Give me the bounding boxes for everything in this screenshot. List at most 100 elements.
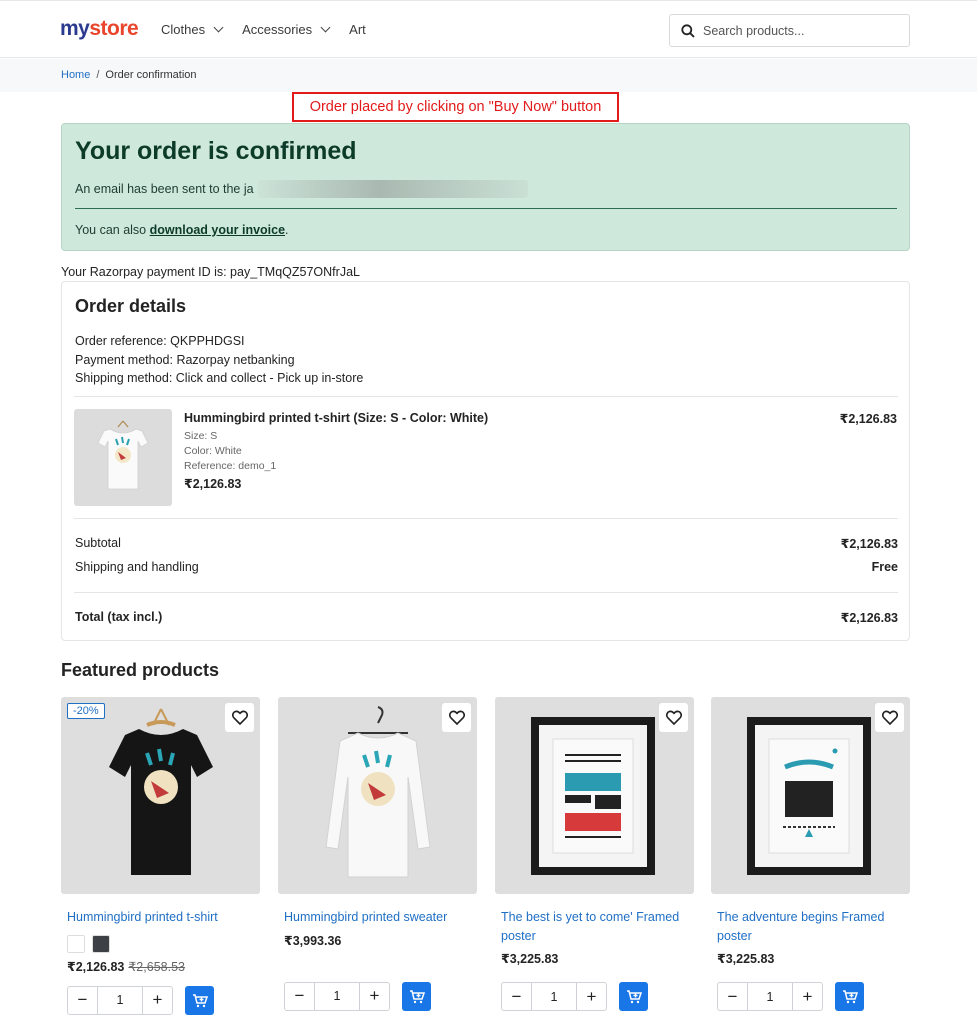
- quantity-stepper: − 1 +: [67, 985, 173, 1015]
- add-to-cart-button[interactable]: [185, 985, 214, 1015]
- decrease-quantity-button[interactable]: −: [502, 983, 531, 1010]
- increase-quantity-button[interactable]: +: [577, 983, 606, 1010]
- nav-item-accessories[interactable]: Accessories: [242, 22, 331, 37]
- product-price: ₹3,993.36: [284, 933, 342, 948]
- nav-item-art[interactable]: Art: [349, 22, 366, 37]
- chevron-down-icon: [213, 22, 224, 33]
- product-title-link[interactable]: Hummingbird printed t-shirt: [67, 908, 254, 927]
- breadcrumb-home-link[interactable]: Home: [61, 69, 90, 81]
- add-to-cart-icon: [626, 990, 642, 1004]
- heart-icon: [881, 710, 898, 725]
- add-to-cart-row: − 1 +: [67, 985, 260, 1015]
- quantity-value[interactable]: 1: [97, 986, 143, 1014]
- color-swatches: [67, 934, 260, 953]
- order-item-color: Color: White: [184, 445, 242, 457]
- product-image[interactable]: -20%: [61, 697, 260, 894]
- email-notice-text: An email has been sent to the ja: [75, 182, 254, 196]
- product-price: ₹3,225.83: [501, 952, 559, 966]
- divider: [75, 208, 897, 209]
- order-item-reference: Reference: demo_1: [184, 460, 277, 472]
- annotation-label: Order placed by clicking on "Buy Now" bu…: [292, 92, 619, 122]
- product-card: -20% Hummingbird printed t-shirt ₹2,126.…: [61, 697, 260, 1015]
- add-to-cart-icon: [192, 993, 208, 1007]
- quantity-stepper: − 1 +: [501, 982, 607, 1011]
- nav-item-clothes[interactable]: Clothes: [161, 22, 224, 37]
- breadcrumb-current: Order confirmation: [105, 69, 197, 81]
- order-meta: Order reference: QKPPHDGSI Payment metho…: [75, 332, 363, 388]
- add-to-cart-icon: [409, 989, 425, 1003]
- shipping-method: Shipping method: Click and collect - Pic…: [75, 371, 364, 385]
- add-to-cart-button[interactable]: [835, 982, 864, 1011]
- invoice-prefix: You can also: [75, 223, 150, 237]
- payment-method: Payment method: Razorpay netbanking: [75, 352, 295, 367]
- heart-icon: [665, 710, 682, 725]
- total-row: Total (tax incl.) ₹2,126.83: [75, 610, 898, 625]
- store-logo[interactable]: mystore: [60, 17, 139, 41]
- shipping-value: Free: [871, 560, 898, 574]
- divider: [74, 396, 898, 397]
- decrease-quantity-button[interactable]: −: [68, 987, 97, 1014]
- breadcrumb-separator: /: [96, 69, 100, 81]
- heart-icon: [448, 710, 465, 725]
- add-to-cart-row: − 1 +: [284, 981, 477, 1011]
- email-notice: An email has been sent to the ja: [75, 180, 528, 198]
- heart-icon: [231, 710, 248, 725]
- quantity-value[interactable]: 1: [747, 983, 793, 1010]
- order-item-unit-price: ₹2,126.83: [184, 477, 242, 491]
- nav-label: Accessories: [242, 22, 313, 37]
- product-title-link[interactable]: The adventure begins Framed poster: [717, 908, 904, 945]
- wishlist-button[interactable]: [875, 703, 904, 732]
- invoice-suffix: .: [285, 223, 289, 237]
- swatch-white[interactable]: [67, 934, 85, 953]
- order-item-attributes: Size: S Color: White Reference: demo_1: [184, 429, 276, 474]
- wishlist-button[interactable]: [225, 703, 254, 732]
- chevron-down-icon: [320, 22, 331, 33]
- add-to-cart-icon: [842, 990, 858, 1004]
- site-header: mystore Clothes Accessories Art: [0, 0, 977, 58]
- product-card: The best is yet to come' Framed poster ₹…: [495, 697, 694, 1011]
- search-input[interactable]: [703, 23, 893, 38]
- product-card: Hummingbird printed sweater ₹3,993.36 − …: [278, 697, 477, 1011]
- shipping-row: Shipping and handling Free: [75, 560, 898, 574]
- subtotal-value: ₹2,126.83: [840, 537, 898, 551]
- featured-products-title: Featured products: [61, 660, 220, 680]
- order-item-size: Size: S: [184, 430, 218, 442]
- order-item-image: [74, 409, 172, 506]
- redacted-email: [257, 180, 528, 198]
- breadcrumb-bar: Home / Order confirmation: [0, 59, 977, 92]
- swatch-black[interactable]: [92, 934, 110, 953]
- product-title-link[interactable]: Hummingbird printed sweater: [284, 908, 471, 927]
- shipping-label: Shipping and handling: [75, 560, 199, 574]
- download-invoice-link[interactable]: download your invoice: [150, 223, 285, 237]
- subtotal-row: Subtotal ₹2,126.83: [75, 536, 898, 551]
- order-item-name: Hummingbird printed t-shirt (Size: S - C…: [184, 411, 489, 425]
- decrease-quantity-button[interactable]: −: [285, 983, 314, 1010]
- order-confirmed-alert: Your order is confirmed An email has bee…: [61, 123, 910, 251]
- product-image[interactable]: [495, 697, 694, 894]
- order-item-total: ₹2,126.83: [839, 412, 897, 426]
- wishlist-button[interactable]: [659, 703, 688, 732]
- increase-quantity-button[interactable]: +: [793, 983, 822, 1010]
- quantity-value[interactable]: 1: [314, 982, 360, 1010]
- confirmation-title: Your order is confirmed: [75, 137, 357, 165]
- wishlist-button[interactable]: [442, 703, 471, 732]
- logo-word-2: store: [89, 17, 139, 40]
- add-to-cart-row: − 1 +: [717, 982, 910, 1011]
- decrease-quantity-button[interactable]: −: [718, 983, 747, 1010]
- product-title-link[interactable]: The best is yet to come' Framed poster: [501, 908, 688, 945]
- product-price-row: ₹3,225.83: [501, 951, 694, 966]
- quantity-stepper: − 1 +: [284, 981, 390, 1011]
- add-to-cart-row: − 1 +: [501, 982, 694, 1011]
- product-image[interactable]: [711, 697, 910, 894]
- add-to-cart-button[interactable]: [619, 982, 648, 1011]
- nav-label: Clothes: [161, 22, 206, 37]
- add-to-cart-button[interactable]: [402, 981, 431, 1011]
- main-nav: Clothes Accessories Art: [161, 22, 366, 37]
- increase-quantity-button[interactable]: +: [360, 983, 389, 1010]
- product-image[interactable]: [278, 697, 477, 894]
- payment-id: Your Razorpay payment ID is: pay_TMqQZ57…: [61, 265, 360, 279]
- quantity-value[interactable]: 1: [531, 983, 577, 1010]
- order-details-title: Order details: [75, 296, 187, 316]
- increase-quantity-button[interactable]: +: [143, 987, 172, 1014]
- search-icon: [681, 23, 695, 38]
